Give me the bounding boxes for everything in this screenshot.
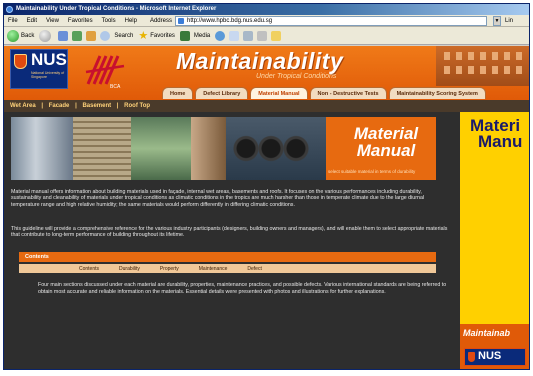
building-image [436, 46, 529, 86]
history-icon[interactable] [215, 30, 226, 41]
media-icon [179, 30, 190, 41]
subnav-separator: | [116, 103, 119, 109]
home-icon[interactable] [86, 30, 97, 41]
tab-maintainability-scoring[interactable]: Maintainability Scoring System [388, 87, 486, 99]
title-bar: Maintainability Under Tropical Condition… [4, 4, 529, 15]
menu-help[interactable]: Help [125, 18, 137, 24]
sidebar-title: Materi Manu [470, 117, 523, 151]
sidebar: Materi Manu Maintainab NUS [460, 112, 529, 369]
star-icon: ★ [138, 30, 149, 42]
toolbar: Back Search ★ Favorites Media [4, 27, 529, 45]
subnav-wet-area[interactable]: Wet Area [10, 103, 36, 109]
subnav-roof-top[interactable]: Roof Top [124, 103, 150, 109]
crest-icon [468, 352, 475, 362]
back-arrow-icon [7, 29, 19, 42]
web-page: NUS National University of Singapore BCA… [4, 46, 529, 369]
menu-edit[interactable]: Edit [27, 18, 37, 24]
media-label: Media [193, 32, 211, 39]
address-url: http://www.hpbc.bdg.nus.edu.sg [186, 17, 273, 24]
crest-icon [14, 54, 27, 69]
back-label: Back [21, 32, 35, 39]
address-label: Address [149, 17, 172, 24]
nus-logo[interactable]: NUS National University of Singapore [10, 49, 68, 89]
hero-title-line2: Manual [356, 141, 416, 160]
folder-icon[interactable] [271, 30, 282, 41]
stop-icon[interactable] [58, 30, 69, 41]
hero-title: Material Manual [341, 125, 431, 159]
panels-photo [73, 117, 131, 180]
back-button[interactable]: Back [7, 29, 35, 42]
refresh-icon[interactable] [72, 30, 83, 41]
search-icon [100, 30, 111, 41]
intro-paragraph: Material manual offers information about… [11, 189, 425, 208]
forward-arrow-icon [39, 29, 52, 42]
bca-label: BCA [110, 84, 121, 90]
menu-favorites[interactable]: Favorites [68, 18, 93, 24]
print-icon[interactable] [243, 30, 254, 41]
tab-defect-library[interactable]: Defect Library [195, 87, 249, 99]
tab-non-destructive-tests[interactable]: Non - Destructive Tests [309, 87, 387, 99]
ie-icon [6, 6, 13, 13]
main-nav: Home Defect Library Material Manual Non … [162, 87, 486, 99]
address-bar[interactable]: http://www.hpbc.bdg.nus.edu.sg [174, 15, 487, 26]
subnav-basement[interactable]: Basement [82, 103, 111, 109]
tab-home[interactable]: Home [162, 87, 194, 99]
sidebar-nus-text: NUS [478, 350, 502, 362]
sidebar-maint-text: Maintainab [463, 328, 511, 338]
search-label: Search [114, 32, 134, 39]
site-title: Maintainability [176, 48, 344, 74]
mail-icon[interactable] [229, 30, 240, 41]
site-banner: NUS National University of Singapore BCA… [4, 46, 529, 100]
browser-window: Maintainability Under Tropical Condition… [3, 3, 530, 370]
menu-view[interactable]: View [46, 18, 59, 24]
address-dropdown-icon[interactable]: ▼ [492, 15, 501, 26]
nus-logo-sub: National University of Singapore [31, 71, 65, 79]
menu-tools[interactable]: Tools [102, 18, 116, 24]
window-title: Maintainability Under Tropical Condition… [16, 6, 217, 12]
media-button[interactable]: Media [179, 30, 211, 41]
contents-tab-maintenance[interactable]: Maintenance [199, 266, 228, 272]
contents-tab-property[interactable]: Property [160, 266, 179, 272]
sidebar-nus-logo[interactable]: NUS [464, 348, 526, 366]
contents-header: Contents [19, 252, 436, 262]
favorites-button[interactable]: ★ Favorites [138, 29, 175, 42]
subnav-separator: | [41, 103, 44, 109]
edit-icon[interactable] [257, 30, 268, 41]
menu-bar: File Edit View Favorites Tools Help Addr… [4, 15, 529, 27]
page-icon [177, 17, 184, 24]
worker-photo [191, 117, 226, 180]
contents-label: Contents [25, 254, 49, 260]
contents-tabs: Contents Durability Property Maintenance… [19, 264, 436, 273]
forward-button[interactable] [39, 29, 53, 42]
hero-caption: select suitable material in terms of dur… [328, 169, 416, 174]
guideline-paragraph: This guideline will provide a comprehens… [11, 226, 448, 239]
hero-banner: Material Manual select suitable material… [11, 117, 436, 180]
contents-tab-durability[interactable]: Durability [119, 266, 140, 272]
pipes-photo [226, 117, 326, 180]
contents-tab-defect[interactable]: Defect [247, 266, 261, 272]
tiles-photo [131, 117, 191, 180]
site-subtitle: Under Tropical Conditions [256, 73, 337, 80]
contents-tab-contents[interactable]: Contents [79, 266, 99, 272]
search-button[interactable]: Search [100, 30, 134, 41]
hero-title-line1: Material [353, 124, 419, 143]
bca-logo[interactable]: BCA [84, 50, 126, 90]
subnav-facade[interactable]: Facade [49, 103, 70, 109]
sidebar-title-line2: Manu [478, 132, 523, 151]
sub-nav: Wet Area | Facade | Basement | Roof Top [4, 100, 529, 112]
main-content: Material Manual select suitable material… [4, 112, 460, 369]
metal-photo [11, 117, 73, 180]
menu-file[interactable]: File [8, 18, 18, 24]
subnav-separator: | [75, 103, 77, 109]
favorites-label: Favorites [150, 32, 175, 39]
links-label[interactable]: Lin [505, 18, 513, 24]
nus-logo-text: NUS [31, 50, 67, 69]
tab-material-manual[interactable]: Material Manual [250, 87, 308, 99]
sections-paragraph: Four main sections discussed under each … [38, 282, 447, 295]
